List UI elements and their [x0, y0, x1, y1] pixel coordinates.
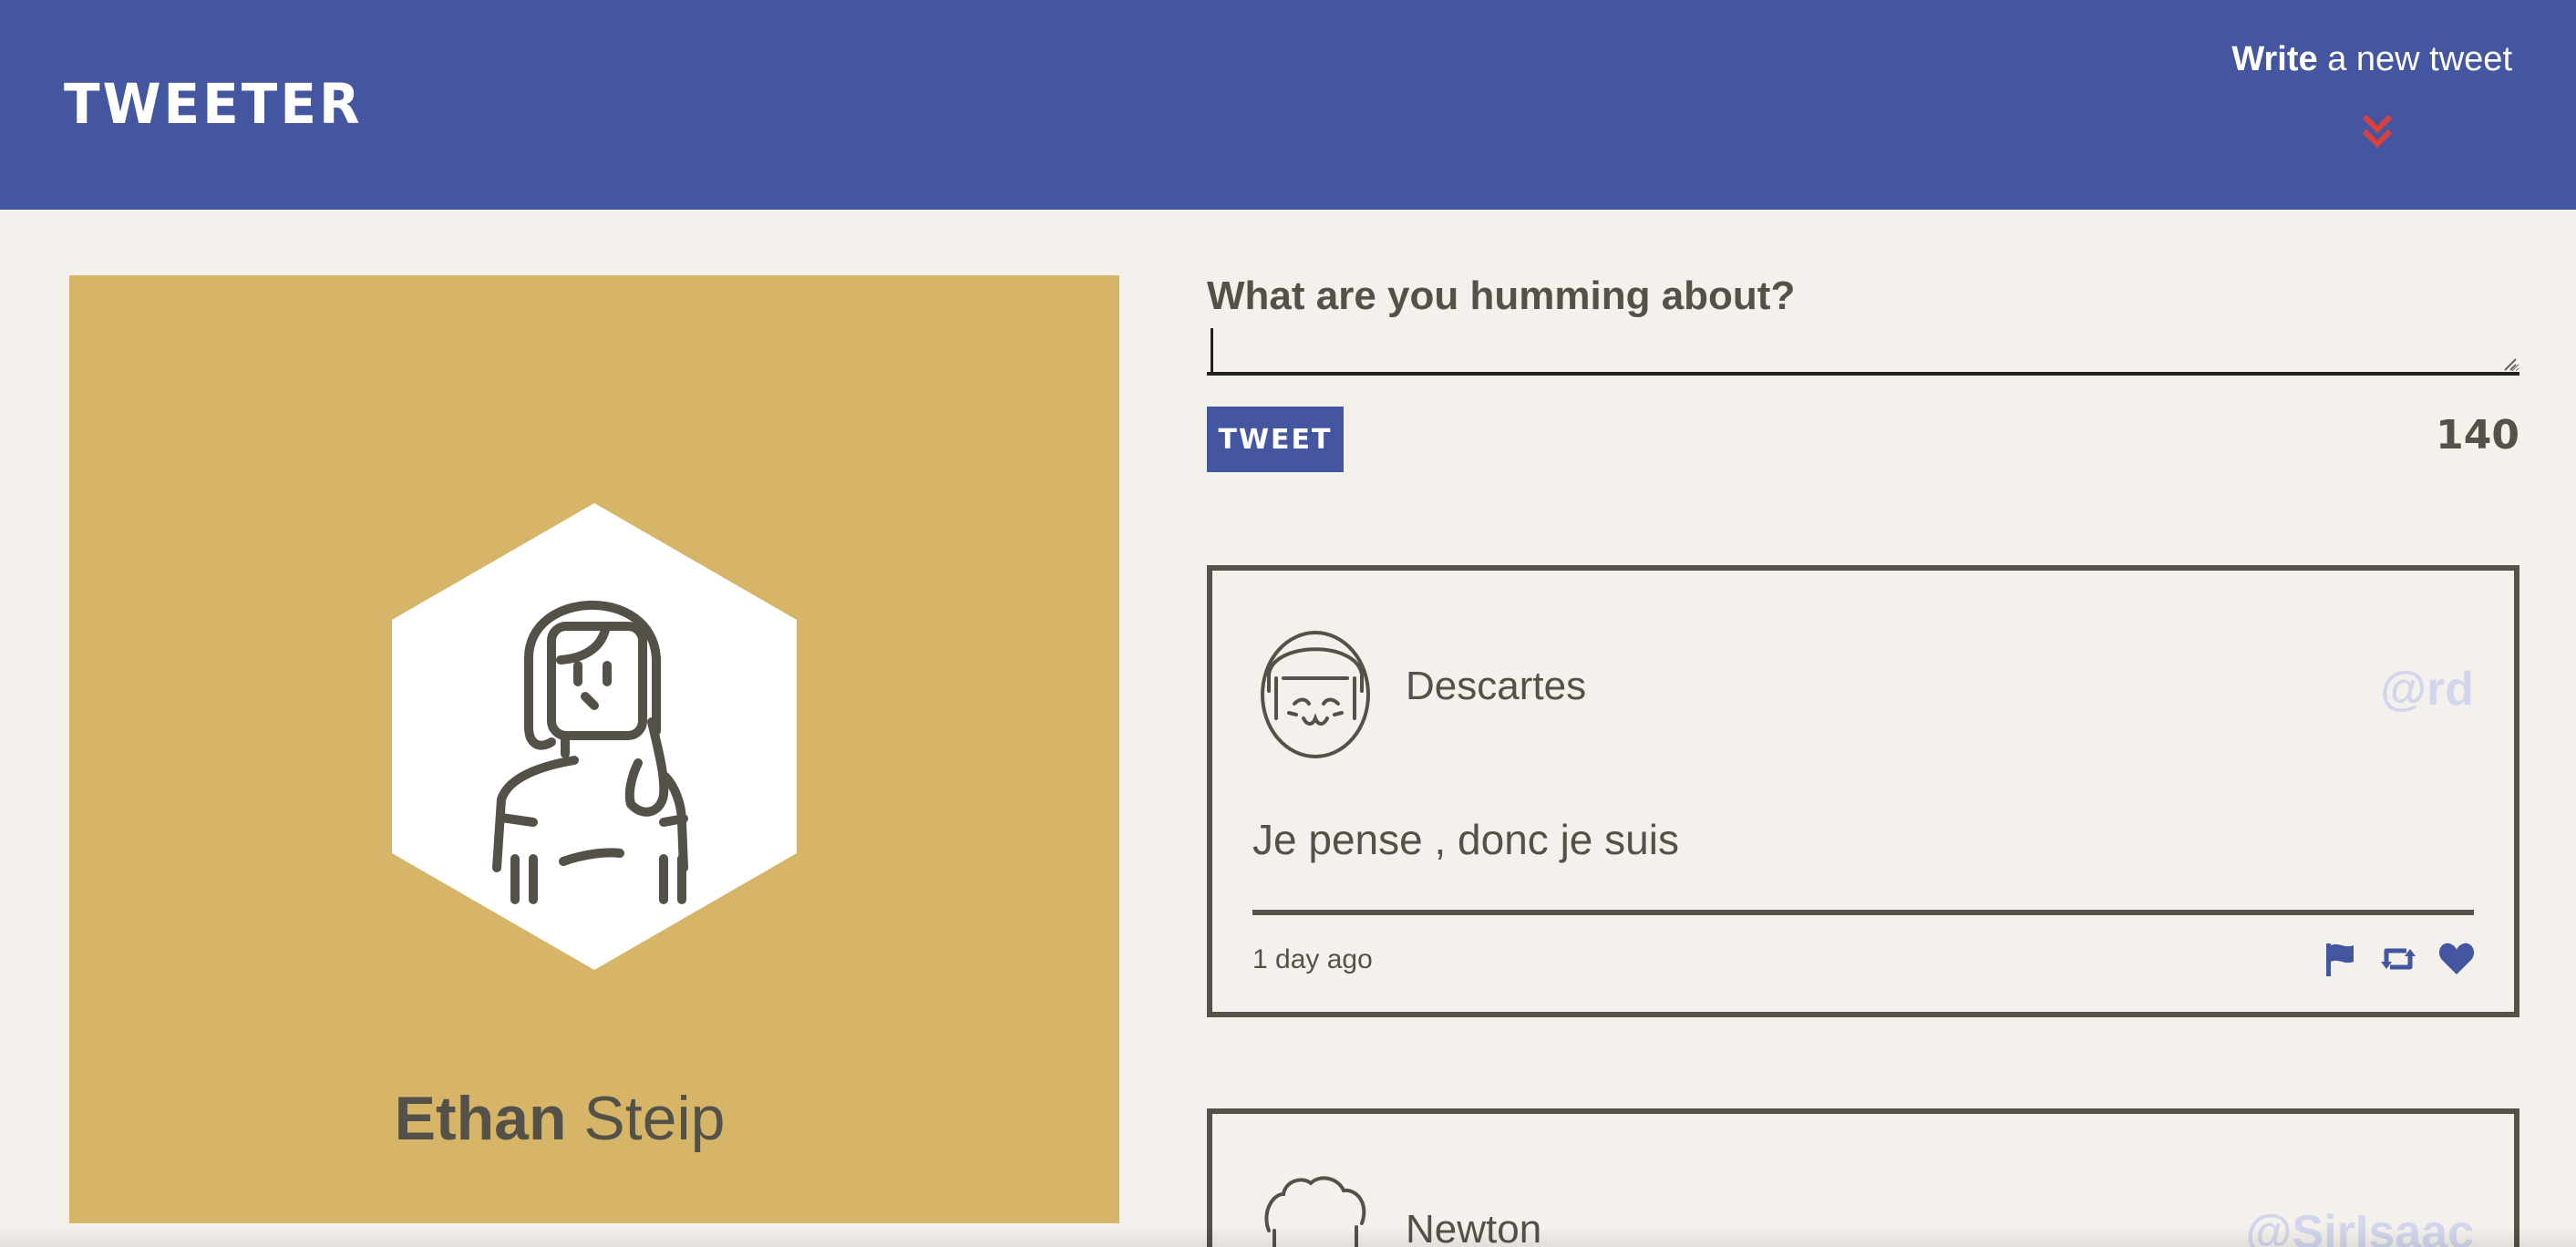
- bottom-shadow: [0, 1227, 2576, 1247]
- tweet-text-input[interactable]: [1207, 325, 2519, 376]
- tweet-author-name[interactable]: Descartes: [1406, 664, 1586, 709]
- write-label-bold: Write: [2231, 40, 2318, 78]
- profile-name: Ethan Steip: [0, 1083, 1119, 1154]
- double-chevron-down-icon[interactable]: [2359, 111, 2396, 151]
- top-nav: TWEETER Write a new tweet: [0, 0, 2576, 210]
- profile-card: Ethan Steip: [69, 275, 1119, 1223]
- text-caret: [1211, 328, 1213, 372]
- flag-icon[interactable]: [2321, 940, 2359, 978]
- tweet-card: Descartes @rd Je pense , donc je suis 1 …: [1207, 565, 2519, 1017]
- heart-icon[interactable]: [2437, 940, 2476, 978]
- profile-first-name: Ethan: [394, 1084, 567, 1153]
- girl-avatar-icon: [1261, 631, 1370, 758]
- brand-logo[interactable]: TWEETER: [64, 71, 363, 136]
- tweet-author-handle[interactable]: @rd: [2380, 662, 2474, 716]
- resize-handle-icon[interactable]: [2503, 357, 2518, 372]
- profile-avatar: [392, 503, 797, 970]
- write-new-tweet-label[interactable]: Write a new tweet: [2221, 40, 2512, 79]
- tweet-actions: [2321, 939, 2476, 979]
- tweet-timestamp: 1 day ago: [1252, 944, 1373, 974]
- profile-last-name: Steip: [566, 1084, 726, 1153]
- write-new-tweet-toggle[interactable]: Write a new tweet: [2221, 40, 2512, 159]
- tweet-submit-button[interactable]: TWEET: [1207, 407, 1344, 472]
- compose-prompt: What are you humming about?: [1207, 273, 1796, 318]
- tweet-divider: [1252, 910, 2474, 915]
- tweet-body: Je pense , donc je suis: [1252, 816, 1679, 863]
- character-counter: 140: [2436, 412, 2519, 459]
- retweet-icon[interactable]: [2379, 940, 2417, 978]
- write-label-rest: a new tweet: [2317, 40, 2512, 78]
